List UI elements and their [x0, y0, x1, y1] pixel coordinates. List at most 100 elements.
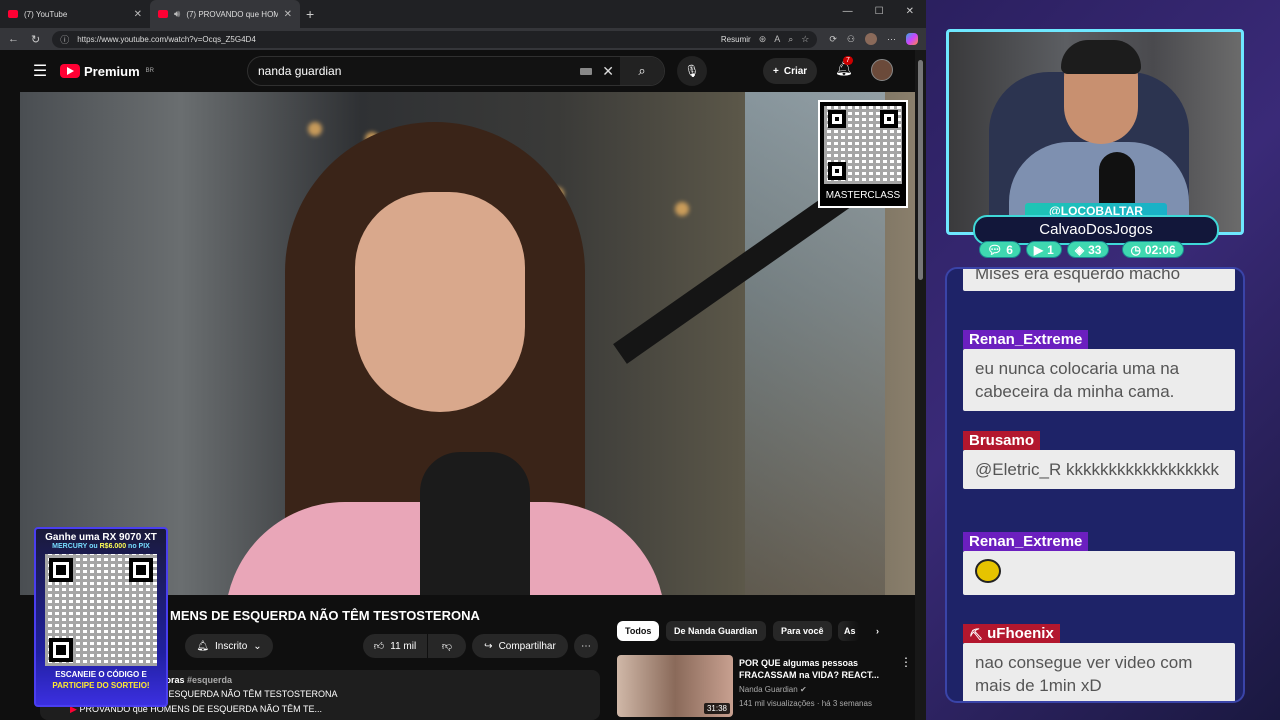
voice-search-button[interactable]: 🎙︎: [677, 56, 707, 86]
recommended-channel[interactable]: Nanda Guardian ✔: [739, 685, 807, 694]
streamer-nameplate: @LOCOBALTAR CalvaoDosJogos 💬︎ 6 ▶ 1 ◈ 33 ◷ 0…: [973, 203, 1219, 258]
verified-icon: ✔: [799, 685, 807, 694]
reload-icon[interactable]: ↻: [31, 33, 40, 46]
promo-headline: Ganhe uma RX 9070 XT: [45, 532, 157, 543]
maximize-icon[interactable]: ☐: [875, 6, 884, 17]
video-player[interactable]: MASTERCLASS: [20, 92, 915, 595]
site-info-icon[interactable]: ⓘ: [60, 33, 69, 46]
stat-chat: 💬︎ 6: [979, 241, 1021, 258]
account-avatar[interactable]: [871, 59, 893, 81]
recommended-thumbnail[interactable]: 31:38: [617, 655, 733, 717]
video-title: MENS DE ESQUERDA NÃO TÊM TESTOSTERONA: [170, 608, 480, 623]
recommended-video[interactable]: 31:38 POR QUE algumas pessoas FRACASSAM …: [617, 655, 912, 720]
promo-subline: MERCURY ou R$6.000 no PIX: [52, 543, 150, 550]
create-button[interactable]: + Criar: [763, 58, 818, 84]
bokeh-light: [675, 202, 689, 216]
chip-todos[interactable]: Todos: [617, 621, 660, 641]
chat-text: @Eletric_R kkkkkkkkkkkkkkkkkk: [963, 450, 1235, 489]
zoom-icon[interactable]: ⌕: [788, 34, 793, 45]
like-count: 11 mil: [390, 640, 417, 652]
hamburger-menu-icon[interactable]: ☰: [20, 61, 60, 81]
dislike-button[interactable]: 👎︎: [428, 634, 466, 658]
notifications-button[interactable]: 🔔︎ 7: [835, 56, 853, 77]
chat-message: Renan_Extreme eu nunca colocaria uma na …: [963, 330, 1235, 411]
chat-text: eu nunca colocaria uma na cabeceira da m…: [963, 349, 1235, 411]
stream-timer: ◷ 02:06: [1122, 241, 1184, 258]
translate-icon[interactable]: ⊛: [759, 34, 767, 45]
more-icon: ⋯: [581, 640, 591, 652]
more-actions-button[interactable]: ⋯: [574, 634, 598, 658]
subscribed-button[interactable]: 🔔︎ Inscrito ⌄: [185, 634, 273, 658]
url-text: https://www.youtube.com/watch?v=Ocqs_Z5G…: [77, 34, 256, 44]
stat-youtube: ▶ 1: [1025, 241, 1062, 258]
youtube-favicon-icon: [8, 10, 18, 18]
share-button[interactable]: ↪ Compartilhar: [472, 634, 568, 658]
qr-code-image: [824, 106, 902, 184]
microphone-icon: 🎙︎: [684, 64, 700, 78]
search-input[interactable]: nanda guardian: [258, 64, 341, 78]
youtube-icon: ▶: [1033, 242, 1044, 257]
plus-icon: +: [773, 65, 779, 77]
favorite-icon[interactable]: ☆: [801, 34, 809, 45]
chat-username: Renan_Extreme: [963, 330, 1089, 349]
stream-chat: Mises era esquerdo macho Renan_Extreme e…: [945, 267, 1245, 703]
chevron-right-icon: ›: [876, 626, 879, 636]
close-icon[interactable]: ✕: [284, 9, 292, 20]
new-tab-button[interactable]: +: [300, 6, 320, 22]
tab-title: (7) YouTube: [24, 9, 68, 19]
close-window-icon[interactable]: ✕: [906, 6, 914, 17]
back-icon[interactable]: ←: [8, 33, 19, 45]
chip-de-nanda-guardian[interactable]: De Nanda Guardian: [666, 621, 766, 641]
kick-icon: ◈: [1074, 242, 1085, 257]
chat-text: nao consegue ver video com mais de 1min …: [963, 643, 1235, 701]
chat-username: Brusamo: [963, 431, 1041, 450]
description-line: E ESQUERDA NÃO TÊM TESTOSTERONA: [160, 689, 338, 699]
share-icon: ↪: [484, 640, 493, 652]
address-bar-row: ← ↻ ⓘ https://www.youtube.com/watch?v=Oc…: [0, 28, 926, 50]
stat-kick: ◈ 33: [1066, 241, 1110, 258]
description-meta: horas #esquerda: [160, 675, 233, 685]
promo-footer-1: ESCANEIE O CÓDIGO E: [55, 670, 147, 679]
like-button[interactable]: 👍︎ 11 mil: [363, 634, 427, 658]
menu-icon[interactable]: ⋯: [887, 34, 896, 45]
minimize-icon[interactable]: —: [843, 6, 853, 17]
chat-message: Renan_Extreme: [963, 532, 1235, 595]
speaker-icon[interactable]: 🔊︎: [174, 9, 180, 20]
resumir-button[interactable]: Resumir: [721, 35, 751, 44]
screen: (7) YouTube ✕ 🔊︎ (7) PROVANDO que HOMENS…: [0, 0, 1280, 720]
chat-text: Mises era esquerdo macho: [963, 269, 1235, 291]
notification-count: 7: [843, 56, 853, 65]
youtube-favicon-icon: [158, 10, 168, 18]
qr-label: MASTERCLASS: [825, 190, 901, 201]
tab-video[interactable]: 🔊︎ (7) PROVANDO que HOMENS ✕: [150, 0, 300, 28]
clear-search-icon[interactable]: ✕: [602, 63, 614, 80]
keyboard-icon[interactable]: [580, 68, 592, 75]
split-screen-icon[interactable]: ⚇: [847, 34, 855, 45]
read-aloud-icon[interactable]: A: [774, 34, 780, 44]
url-field[interactable]: ⓘ https://www.youtube.com/watch?v=Ocqs_Z…: [52, 30, 818, 48]
thumbs-down-icon: 👎︎: [441, 641, 453, 652]
search-button[interactable]: ⌕: [620, 57, 664, 85]
chip-para-voce[interactable]: Para você: [773, 621, 832, 641]
copilot-icon[interactable]: [906, 33, 918, 45]
chat-icon: 💬︎: [987, 242, 1003, 257]
subscribed-label: Inscrito: [215, 640, 248, 652]
tab-youtube[interactable]: (7) YouTube ✕: [0, 0, 150, 28]
chat-message: Mises era esquerdo macho: [963, 269, 1235, 291]
more-options-icon[interactable]: ⋮: [900, 655, 912, 669]
page-scrollbar[interactable]: [915, 50, 926, 720]
chips-next-button[interactable]: ›: [868, 621, 887, 641]
scrollbar-thumb[interactable]: [918, 60, 923, 280]
youtube-play-icon: [60, 64, 80, 78]
chevron-down-icon: ⌄: [253, 640, 262, 652]
youtube-logo[interactable]: Premium BR: [60, 64, 154, 79]
chat-message: Brusamo @Eletric_R kkkkkkkkkkkkkkkkkk: [963, 431, 1235, 489]
youtube-header: ☰ Premium BR nanda guardian ✕ ⌕ 🎙︎ + Cri…: [20, 50, 915, 92]
search-box[interactable]: nanda guardian ✕ ⌕: [247, 56, 665, 86]
recommended-title[interactable]: POR QUE algumas pessoas FRACASSAM na VID…: [739, 657, 889, 681]
profile-icon[interactable]: [865, 33, 877, 45]
close-icon[interactable]: ✕: [134, 9, 142, 20]
create-label: Criar: [783, 65, 808, 77]
extensions-icon[interactable]: ⟳: [829, 34, 837, 45]
chip-more[interactable]: As: [838, 621, 860, 641]
